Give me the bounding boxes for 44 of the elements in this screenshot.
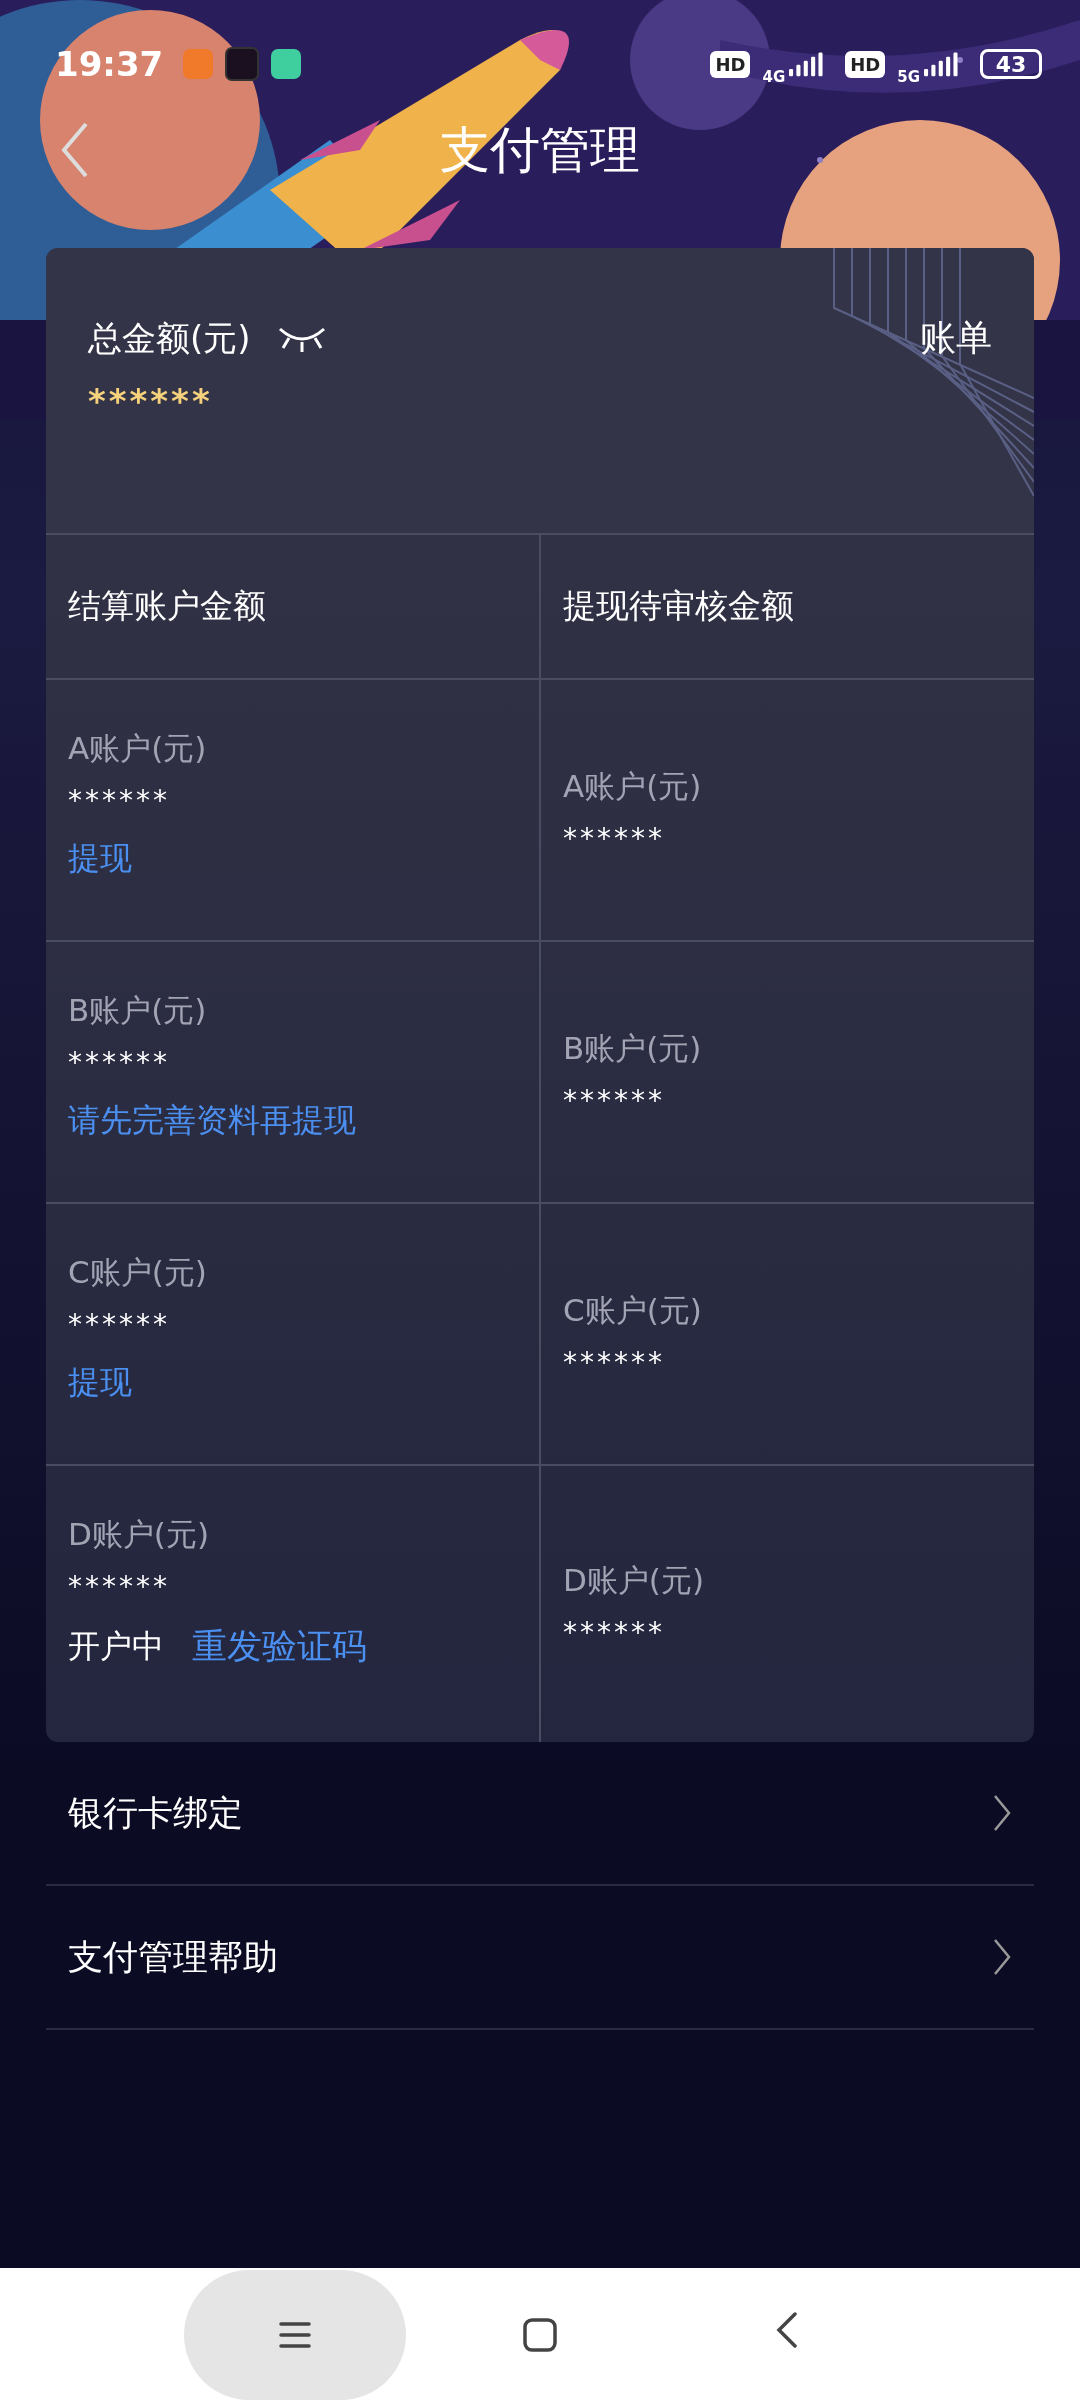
signal-icon — [924, 50, 960, 78]
account-label: C账户(元) — [68, 1253, 208, 1292]
back-icon[interactable] — [776, 2312, 798, 2348]
withdraw-link[interactable]: 重发验证码 — [192, 1623, 367, 1670]
chevron-right-icon — [992, 1937, 1012, 1977]
status-time: 19:37 — [55, 44, 164, 84]
account-amount: ****** — [563, 821, 666, 855]
withdraw-link[interactable]: 提现 — [68, 837, 132, 881]
account-amount: ****** — [68, 1308, 171, 1341]
menu-icon — [279, 2321, 311, 2349]
account-label: D账户(元) — [563, 1560, 706, 1600]
account-amount: ****** — [68, 1046, 171, 1079]
account-label: D账户(元) — [68, 1515, 211, 1554]
withdraw-link[interactable]: 提现 — [68, 1361, 132, 1405]
menu-item[interactable]: 银行卡绑定 — [46, 1742, 1034, 1886]
account-status: 开户中 — [68, 1625, 164, 1667]
battery-percent: 43 — [995, 51, 1027, 77]
account-label: A账户(元) — [68, 729, 208, 768]
app-icon — [225, 47, 260, 81]
network-type: 4G — [762, 68, 786, 86]
hd-badge: HD — [710, 50, 751, 78]
account-label: C账户(元) — [563, 1290, 703, 1330]
hd-badge: HD — [845, 50, 886, 78]
column-header: 结算账户金额 — [46, 535, 541, 680]
home-icon[interactable] — [523, 2318, 557, 2352]
chevron-right-icon — [992, 1793, 1012, 1833]
total-label: 总金额(元) — [88, 316, 251, 360]
account-amount: ****** — [68, 784, 171, 817]
bill-link[interactable]: 账单 — [920, 314, 992, 363]
column-header: 提现待审核金额 — [541, 535, 1034, 680]
account-label: B账户(元) — [563, 1028, 703, 1068]
app-icon — [183, 49, 214, 79]
account-amount: ****** — [68, 1570, 171, 1603]
withdraw-link[interactable]: 请先完善资料再提现 — [68, 1099, 356, 1143]
menu-item[interactable]: 支付管理帮助 — [46, 1886, 1034, 2030]
account-label: B账户(元) — [68, 991, 208, 1030]
total-amount: ****** — [88, 381, 213, 421]
network-type: 5G — [897, 68, 920, 86]
account-amount: ****** — [563, 1345, 666, 1379]
account-amount: ****** — [563, 1615, 666, 1649]
account-label: A账户(元) — [563, 766, 703, 806]
signal-icon — [789, 50, 826, 78]
account-amount: ****** — [563, 1083, 666, 1117]
app-icon — [271, 49, 302, 79]
